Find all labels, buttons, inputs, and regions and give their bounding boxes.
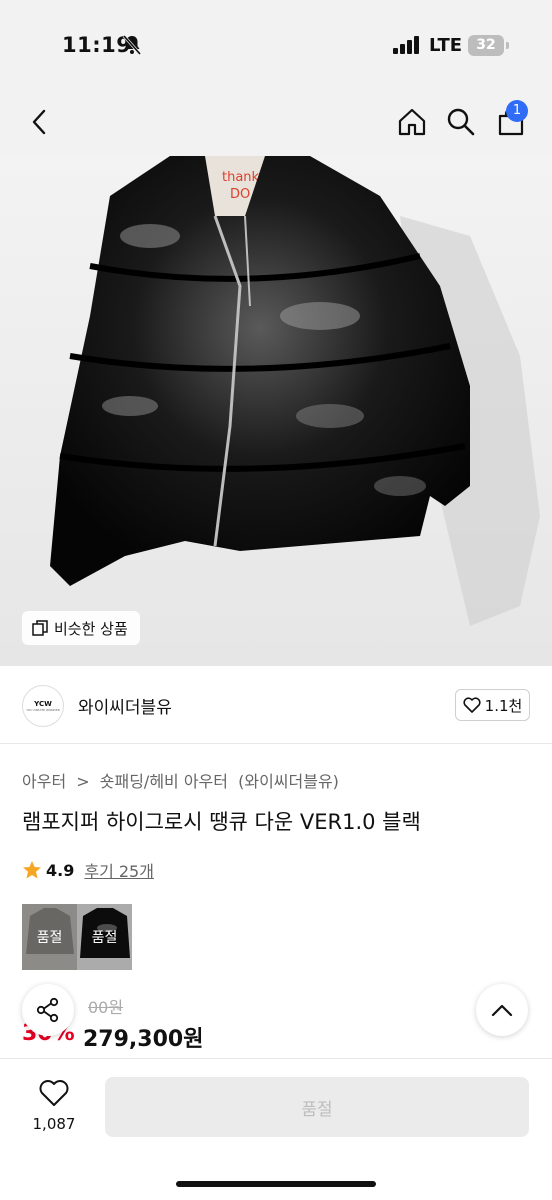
option-black[interactable]: 품절 bbox=[77, 904, 132, 970]
sale-price: 279,300원 bbox=[83, 1027, 204, 1052]
network-label: LTE bbox=[429, 35, 463, 56]
brand-like-count: 1.1천 bbox=[484, 696, 523, 715]
home-indicator bbox=[176, 1181, 376, 1187]
option-soldout-label: 품절 bbox=[22, 904, 77, 970]
heart-icon bbox=[463, 697, 481, 713]
status-bar: 11:19 LTE 32 bbox=[0, 0, 552, 92]
signal-icon bbox=[393, 36, 419, 54]
star-icon bbox=[23, 861, 41, 879]
soldout-button[interactable]: 품절 bbox=[105, 1077, 529, 1137]
wish-button[interactable]: 1,087 bbox=[28, 1079, 80, 1133]
scroll-top-button[interactable] bbox=[476, 984, 528, 1036]
breadcrumb-separator: > bbox=[76, 772, 90, 791]
svg-text:thank: thank bbox=[222, 170, 260, 185]
brand-like-button[interactable]: 1.1천 bbox=[455, 689, 530, 721]
battery-icon: 32 bbox=[468, 35, 510, 56]
bell-muted-icon bbox=[122, 35, 142, 55]
nav-bar bbox=[0, 92, 552, 156]
brand-name[interactable]: 와이씨더블유 bbox=[78, 693, 172, 718]
copy-icon bbox=[32, 620, 48, 636]
jacket-illustration: thank DO bbox=[0, 156, 552, 666]
back-icon[interactable] bbox=[22, 104, 58, 140]
option-gray[interactable]: 품절 bbox=[22, 904, 77, 970]
share-icon bbox=[36, 997, 59, 1023]
breadcrumb-brand[interactable]: (와이씨더블유) bbox=[238, 772, 339, 791]
breadcrumb: 아우터 > 숏패딩/헤비 아우터 (와이씨더블유) bbox=[22, 768, 344, 792]
breadcrumb-item[interactable]: 숏패딩/헤비 아우터 bbox=[100, 772, 228, 791]
brand-logo-subtext: YOU CREATE WONDER bbox=[26, 708, 60, 712]
battery-level: 32 bbox=[468, 35, 504, 56]
brand-logo: YCW YOU CREATE WONDER bbox=[22, 685, 64, 727]
similar-products-button[interactable]: 비슷한 상품 bbox=[22, 611, 140, 645]
heart-icon bbox=[39, 1080, 69, 1106]
home-icon[interactable] bbox=[394, 104, 430, 140]
cart-count-badge: 1 bbox=[506, 100, 528, 122]
share-button[interactable] bbox=[22, 984, 74, 1036]
search-icon[interactable] bbox=[443, 104, 479, 140]
bottom-bar: 1,087 품절 bbox=[0, 1058, 552, 1200]
brand-row[interactable]: YCW YOU CREATE WONDER 와이씨더블유 1.1천 bbox=[0, 666, 552, 744]
rating-value: 4.9 bbox=[46, 860, 75, 880]
option-soldout-label: 품절 bbox=[77, 904, 132, 970]
review-link[interactable]: 후기 25개 bbox=[84, 858, 154, 882]
original-price: 00원 bbox=[88, 998, 124, 1017]
status-time: 11:19 bbox=[62, 33, 132, 57]
wish-count: 1,087 bbox=[32, 1115, 76, 1133]
similar-products-label: 비슷한 상품 bbox=[54, 619, 128, 638]
svg-text:DO: DO bbox=[230, 187, 250, 202]
color-options: 품절 품절 bbox=[22, 904, 132, 970]
brand-logo-text: YCW bbox=[34, 700, 52, 708]
product-image[interactable]: thank DO bbox=[0, 156, 552, 666]
rating-row: 4.9 후기 25개 bbox=[22, 858, 154, 882]
chevron-up-icon bbox=[491, 1004, 513, 1017]
product-title: 램포지퍼 하이그로시 땡큐 다운 VER1.0 블랙 bbox=[22, 810, 421, 834]
breadcrumb-item[interactable]: 아우터 bbox=[22, 772, 66, 791]
